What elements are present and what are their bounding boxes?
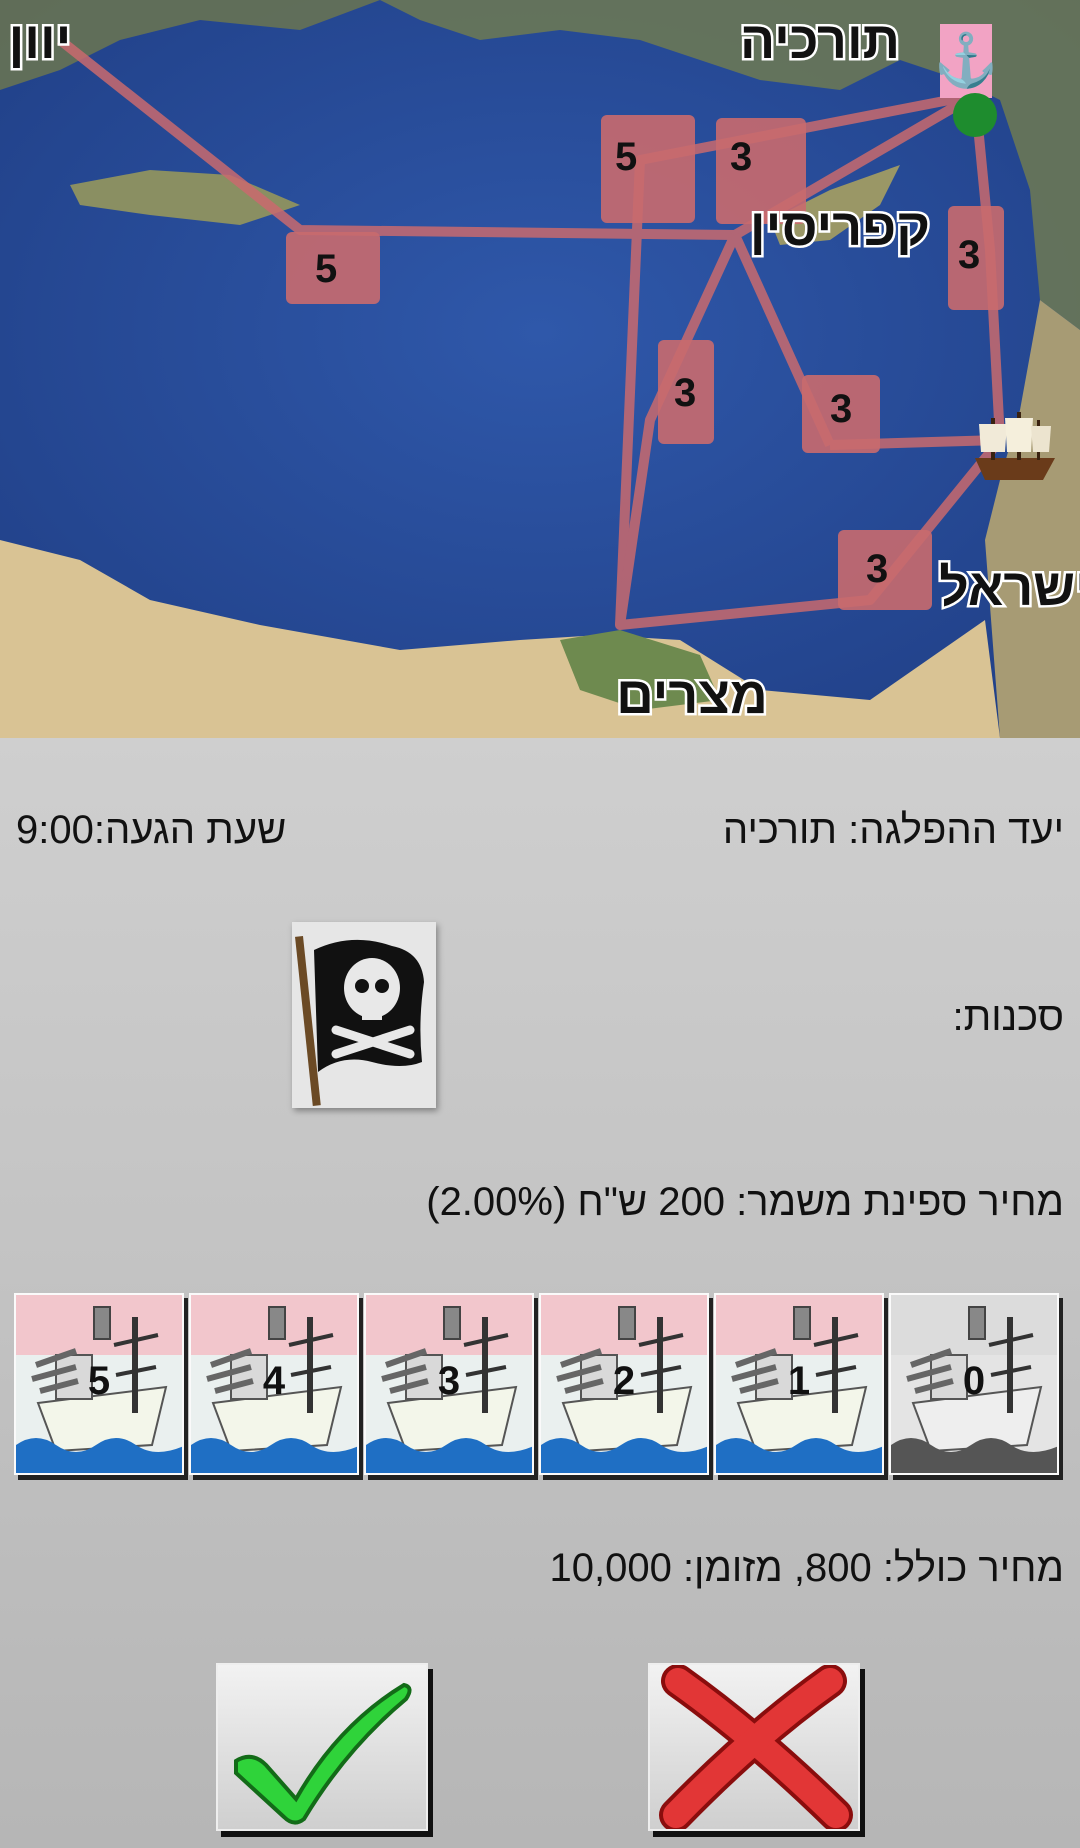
place-israel: ישראל: [939, 559, 1080, 617]
x-icon: [659, 1664, 853, 1832]
escort-count-label: 0: [962, 1359, 986, 1403]
total-price-text: מחיר כולל: 800, מזומן: 10,000: [549, 1546, 1064, 1590]
dangers-label: סכנות:: [952, 995, 1064, 1039]
route-risk-label: 3: [674, 371, 696, 415]
place-egypt: מצרים: [616, 667, 767, 725]
route-risk-label: 5: [615, 135, 637, 179]
place-greece: יוון: [9, 12, 72, 70]
route-risk-label: 3: [958, 233, 980, 277]
place-turkey: תורכיה: [740, 12, 900, 70]
route-risk-label: 3: [730, 135, 752, 179]
escort-count-selector: 5 4 3 2 1 0: [14, 1293, 1066, 1477]
confirm-button[interactable]: [216, 1663, 428, 1831]
place-cyprus: קפריסין: [750, 199, 930, 257]
destination-text: יעד ההפלגה: תורכיה: [722, 808, 1064, 852]
escort-count-label: 5: [87, 1359, 111, 1403]
route-risk-label: 3: [830, 387, 852, 431]
escort-option-1[interactable]: 4: [189, 1293, 359, 1475]
route-risk-label: 3: [866, 547, 888, 591]
guard-ship-price-text: מחיר ספינת משמר: 200 ש"ח (2.00%): [426, 1180, 1064, 1224]
check-icon: [234, 1682, 412, 1825]
route-map: 5 5 3 3 3 3 3 יוון תורכיה קפריסין ישראל …: [0, 0, 1080, 738]
escort-option-0[interactable]: 5: [14, 1293, 184, 1475]
escort-count-label: 2: [612, 1359, 636, 1403]
route-risk-label: 5: [315, 247, 337, 291]
escort-option-4[interactable]: 1: [714, 1293, 884, 1475]
cancel-button[interactable]: [648, 1663, 860, 1832]
escort-option-2[interactable]: 3: [364, 1293, 534, 1475]
escort-option-5[interactable]: 0: [889, 1293, 1059, 1475]
pirate-flag-icon: [292, 922, 436, 1108]
escort-count-label: 3: [437, 1359, 461, 1403]
arrival-time-text: שעת הגעה:9:00: [16, 808, 287, 852]
svg-text:⚓: ⚓: [934, 30, 999, 90]
escort-count-label: 4: [262, 1359, 286, 1403]
escort-option-3[interactable]: 2: [539, 1293, 709, 1475]
escort-count-label: 1: [787, 1359, 811, 1403]
